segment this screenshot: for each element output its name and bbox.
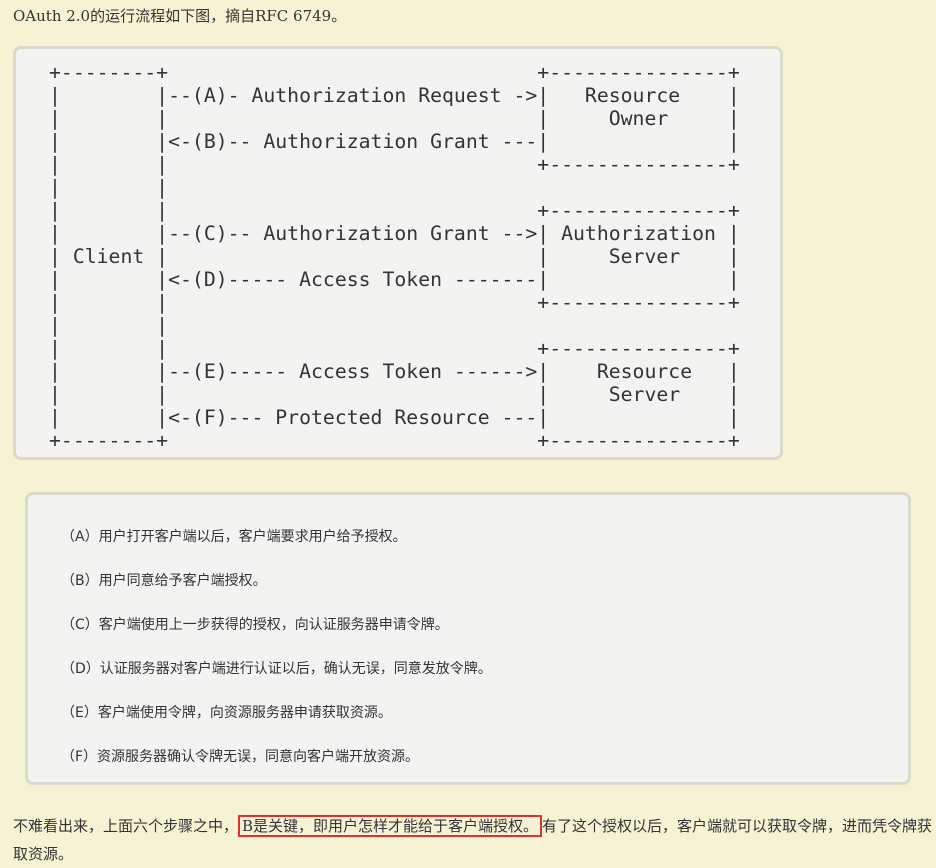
- highlighted-key-sentence: B是关键，即用户怎样才能给于客户端授权。: [238, 815, 543, 837]
- conclusion-paragraph: 不难看出来，上面六个步骤之中， B是关键，即用户怎样才能给于客户端授权。 有了这个授…: [13, 812, 933, 868]
- steps-list: （A）用户打开客户端以后，客户端要求用户给予授权。 （B）用户同意给予客户端授权…: [25, 492, 911, 785]
- oauth-flow-diagram: +--------+ +---------------+ | |--(A)- A…: [13, 46, 783, 460]
- ascii-diagram: +--------+ +---------------+ | |--(A)- A…: [49, 61, 740, 452]
- page: { "intro": { "text": "OAuth 2.0的运行流程如下图，…: [0, 0, 936, 868]
- step-f: （F）资源服务器确认令牌无误，同意向客户端开放资源。: [61, 749, 420, 765]
- step-e: （E）客户端使用令牌，向资源服务器申请获取资源。: [61, 705, 392, 721]
- step-a: （A）用户打开客户端以后，客户端要求用户给予授权。: [61, 529, 407, 545]
- step-d: （D）认证服务器对客户端进行认证以后，确认无误，同意发放令牌。: [61, 661, 492, 677]
- step-c: （C）客户端使用上一步获得的授权，向认证服务器申请令牌。: [61, 617, 449, 633]
- step-b: （B）用户同意给予客户端授权。: [61, 573, 267, 589]
- conclusion-lead: 不难看出来，上面六个步骤之中，: [13, 817, 239, 835]
- intro-paragraph: OAuth 2.0的运行流程如下图，摘自RFC 6749。: [13, 7, 347, 25]
